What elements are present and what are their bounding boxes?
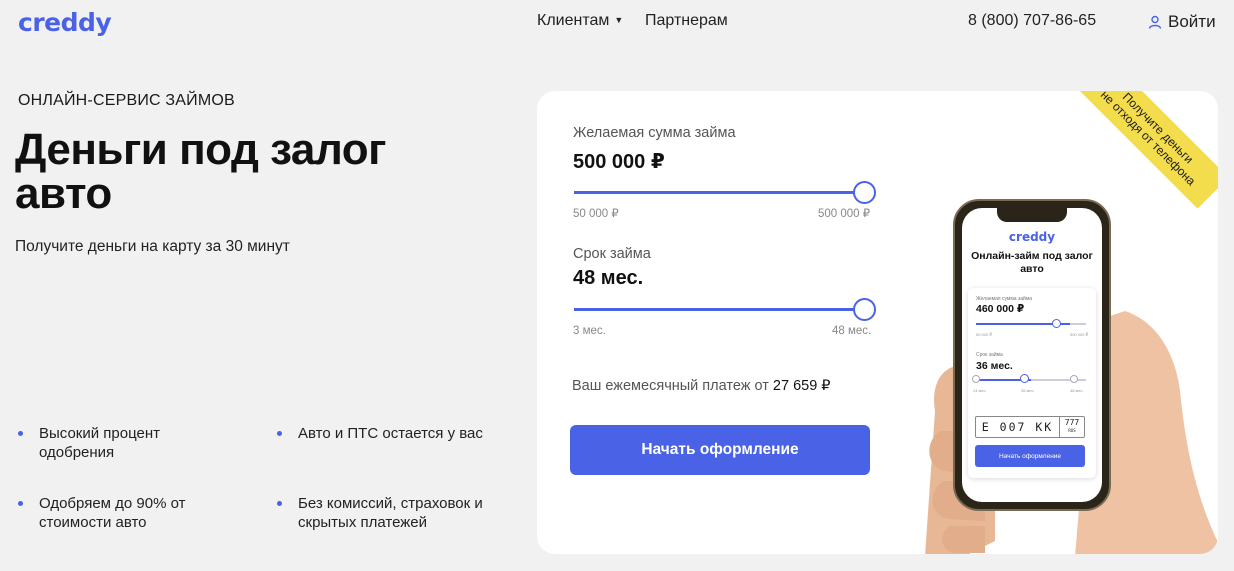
amount-slider-handle[interactable] — [853, 181, 876, 204]
nav-clients-label: Клиентам — [537, 12, 610, 29]
payment-value: 27 659 ₽ — [772, 378, 831, 394]
monthly-payment: Ваш ежемесячный платеж от 27 659 ₽ — [572, 378, 831, 394]
feature-item: Без комиссий, страховок и скрытых платеж… — [277, 494, 498, 532]
amount-value: 500 000 ₽ — [573, 151, 665, 173]
start-application-button[interactable]: Начать оформление — [570, 425, 870, 475]
payment-label: Ваш ежемесячный платеж от — [572, 378, 769, 394]
mock-term-handle — [1020, 374, 1029, 383]
loan-calculator-card: Желаемая сумма займа 500 000 ₽ 50 000 ₽ … — [537, 91, 1218, 554]
mock-term-option: 24 мес. — [973, 388, 987, 393]
plate-region: 777 — [1064, 418, 1080, 427]
amount-min: 50 000 ₽ — [573, 208, 619, 220]
nav-partners[interactable]: Партнерам — [645, 12, 728, 30]
hero-subtitle: Получите деньги на карту за 30 минут — [15, 238, 290, 255]
feature-item: Авто и ПТС остается у вас — [277, 424, 498, 443]
caret-down-icon: ▼ — [614, 15, 624, 25]
mock-term-label: Срок займа — [976, 352, 1003, 358]
ribbon-line-2: не отходя от телефона — [1097, 91, 1199, 189]
phone-notch — [997, 208, 1067, 222]
term-max: 48 мес. — [832, 325, 872, 337]
term-min: 3 мес. — [573, 325, 606, 337]
nav-clients[interactable]: Клиентам ▼ — [537, 12, 623, 30]
mock-term-option: 48 мес. — [1070, 388, 1084, 393]
mock-amount-handle — [1052, 319, 1061, 328]
license-plate: Е 007 КК 777 RUS — [975, 416, 1085, 438]
mock-amount-value: 460 000 ₽ — [976, 303, 1025, 315]
feature-text: Одобряем до 90% от стоимости авто — [39, 495, 186, 531]
mock-logo: creddy — [1008, 230, 1056, 244]
plate-country: RUS — [1068, 428, 1076, 433]
login-button[interactable]: Войти — [1148, 12, 1216, 32]
term-label: Срок займа — [573, 246, 651, 262]
feature-item: Высокий процент одобрения — [18, 424, 239, 462]
bullet-icon — [18, 431, 23, 436]
mock-amount-label: Желаемая сумма займа — [976, 296, 1033, 302]
mock-title: Онлайн-займ под залог авто — [971, 250, 1093, 275]
amount-label: Желаемая сумма займа — [573, 125, 736, 141]
mock-amount-slider — [976, 323, 1086, 325]
bullet-icon — [277, 501, 282, 506]
plate-number: Е 007 КК — [981, 420, 1054, 434]
page-title: Деньги под залог авто — [15, 125, 386, 218]
mock-term-value: 36 мес. — [976, 360, 1013, 372]
promo-ribbon: Получите деньги не отходя от телефона — [1077, 91, 1218, 209]
creddy-logo[interactable]: creddy — [18, 8, 112, 37]
phone-number[interactable]: 8 (800) 707-86-65 — [968, 12, 1096, 30]
mock-amount-min: 50 000 ₽ — [976, 332, 992, 337]
mock-amount-max: 500 000 ₽ — [1070, 332, 1089, 337]
mock-calculator: Желаемая сумма займа 460 000 ₽ 50 000 ₽ … — [968, 288, 1096, 478]
mock-start-button: Начать оформление — [975, 445, 1085, 467]
phone-screen: creddy Онлайн-займ под залог авто Желаем… — [962, 208, 1102, 502]
feature-text: Без комиссий, страховок и скрытых платеж… — [298, 495, 483, 531]
amount-slider[interactable] — [574, 191, 864, 194]
amount-max: 500 000 ₽ — [818, 208, 871, 220]
phone-mockup: creddy Онлайн-займ под залог авто Желаем… — [953, 199, 1111, 511]
term-value: 48 мес. — [573, 267, 644, 289]
mock-term-dot — [972, 375, 980, 383]
feature-item: Одобряем до 90% от стоимости авто — [18, 494, 239, 532]
hero-kicker: ОНЛАЙН-СЕРВИС ЗАЙМОВ — [18, 92, 235, 109]
feature-text: Высокий процент одобрения — [39, 425, 161, 461]
user-icon — [1148, 15, 1162, 29]
term-slider-handle[interactable] — [853, 298, 876, 321]
mock-term-dot — [1070, 375, 1078, 383]
mock-term-option: 36 мес. — [1021, 388, 1035, 393]
bullet-icon — [277, 431, 282, 436]
bullet-icon — [18, 501, 23, 506]
feature-text: Авто и ПТС остается у вас — [298, 425, 483, 442]
plate-region-box: 777 RUS — [1059, 417, 1084, 437]
login-label: Войти — [1168, 12, 1216, 31]
term-slider[interactable] — [574, 308, 864, 311]
